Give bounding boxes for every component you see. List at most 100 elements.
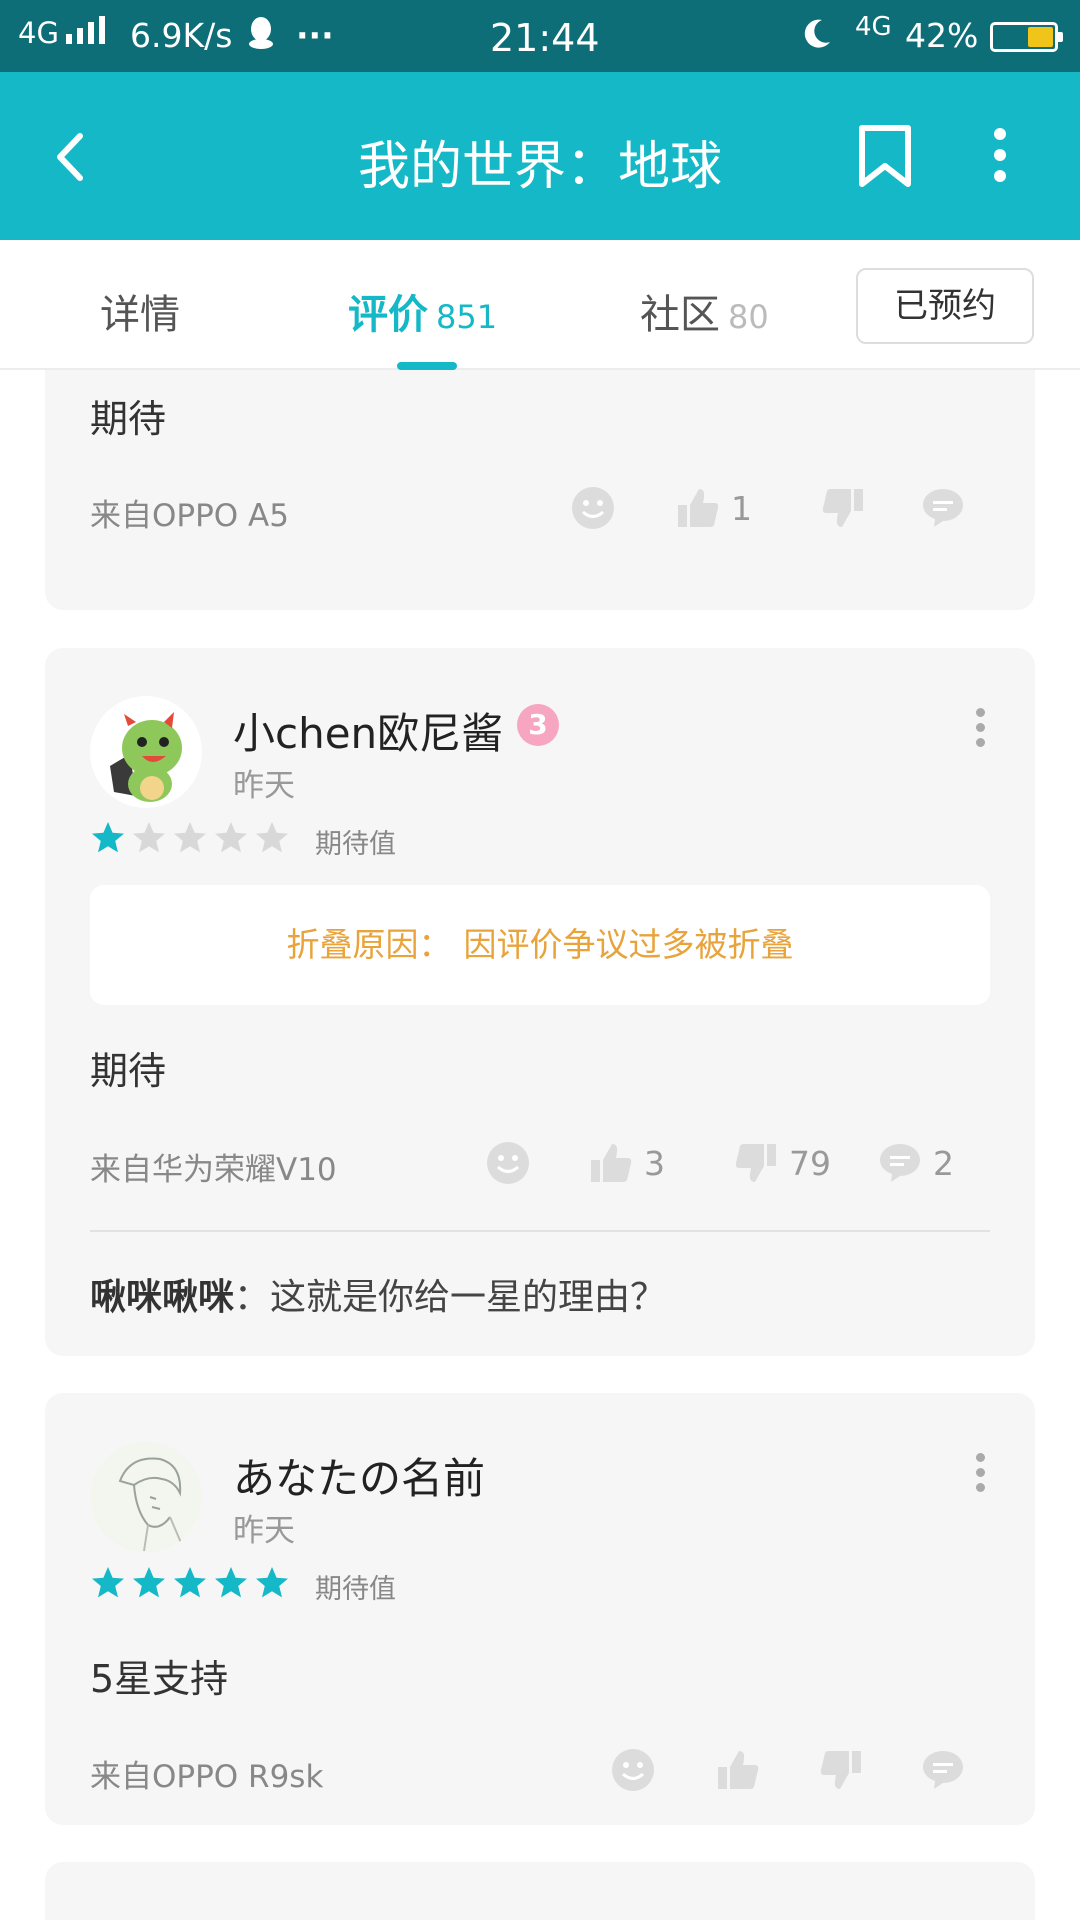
tab-count: 80 [728, 298, 769, 336]
review-card [45, 1862, 1035, 1920]
bookmark-icon [859, 125, 911, 187]
tab-detail[interactable]: 详情 [100, 282, 180, 340]
star-icon [215, 822, 247, 853]
comment-button[interactable] [920, 483, 966, 533]
moon-icon [800, 16, 834, 58]
dinosaur-avatar-icon [90, 696, 202, 808]
tab-count: 851 [436, 298, 498, 336]
reply-separator: ： [234, 1277, 271, 1318]
like-count: 3 [644, 1143, 665, 1183]
more-button[interactable] [975, 120, 1025, 190]
post-date: 昨天 [233, 1513, 295, 1549]
star-icon [215, 1567, 247, 1598]
like-button[interactable]: 1 [675, 483, 752, 533]
like-count: 1 [731, 488, 752, 528]
network-speed: 6.9K/s [130, 16, 233, 55]
tab-label: 社区 [640, 292, 720, 338]
fold-label: 折叠原因： [286, 925, 452, 964]
expectation-label: 期待值 [315, 1574, 396, 1605]
app-bar: 我的世界：地球 [0, 72, 1080, 240]
tab-community[interactable]: 社区 80 [640, 282, 769, 340]
comment-button[interactable] [920, 1745, 966, 1795]
battery-percent: 42% [905, 16, 979, 55]
review-card: 期待值 期待 来自OPPO A5 1 [45, 370, 1035, 610]
reply-preview[interactable]: 啾咪啾咪：这就是你给一星的理由？ [90, 1268, 666, 1320]
comment-icon [880, 1144, 920, 1182]
thumbs-down-icon [822, 489, 863, 527]
user-name[interactable]: 小chen欧尼酱 [233, 700, 503, 761]
thumbs-down-icon [735, 1144, 776, 1182]
signal-icon [66, 16, 110, 44]
tab-bar: 详情 评价 851 社区 80 已预约 [0, 240, 1080, 370]
device-label: 来自OPPO R9sk [90, 1759, 324, 1795]
battery-icon [990, 22, 1063, 52]
review-card: あなたの名前 昨天 期待值 5星支持 来自OPPO R9sk [45, 1393, 1035, 1825]
like-button[interactable] [715, 1745, 761, 1795]
emoji-button[interactable] [570, 483, 616, 533]
review-card: 小chen欧尼酱 3 昨天 期待值 折叠原因： 因评价争议过多被折叠 期待 来自华… [45, 648, 1035, 1356]
dislike-button[interactable] [818, 1745, 864, 1795]
page-title: 我的世界：地球 [357, 137, 722, 197]
review-text: 期待 [90, 397, 167, 441]
thumbs-up-icon [718, 1751, 759, 1789]
star-icon [92, 1567, 124, 1598]
tab-indicator [397, 362, 457, 370]
bookmark-button[interactable] [852, 122, 918, 192]
divider [90, 1230, 990, 1232]
avatar[interactable] [90, 1441, 202, 1553]
avatar[interactable] [90, 696, 202, 808]
fold-notice[interactable]: 折叠原因： 因评价争议过多被折叠 [90, 885, 990, 1005]
device-label: 来自华为荣耀V10 [90, 1152, 337, 1188]
smiley-icon [612, 1749, 654, 1791]
review-list[interactable]: 期待值 期待 来自OPPO A5 1 [0, 370, 1080, 1920]
rating-stars [90, 1565, 295, 1601]
emoji-button[interactable] [485, 1138, 531, 1188]
smiley-icon [572, 487, 614, 529]
comment-icon [923, 1751, 963, 1789]
star-icon [256, 1567, 288, 1598]
comment-button[interactable]: 2 [877, 1138, 954, 1188]
dislike-button[interactable]: 79 [733, 1138, 831, 1188]
comment-icon [923, 489, 963, 527]
network-type: 4G [18, 16, 59, 50]
device-label: 来自OPPO A5 [90, 498, 289, 534]
fold-reason: 因评价争议过多被折叠 [463, 925, 794, 964]
star-icon [133, 822, 165, 853]
star-icon [92, 822, 124, 853]
review-text: 期待 [90, 1049, 167, 1093]
more-options-icon[interactable] [965, 1453, 995, 1503]
more-options-icon[interactable] [965, 708, 995, 758]
star-icon [174, 1567, 206, 1598]
dislike-count: 79 [789, 1143, 831, 1183]
star-icon [256, 822, 288, 853]
tab-label: 评价 [348, 292, 428, 338]
thumbs-up-icon [591, 1144, 632, 1182]
level-badge: 3 [517, 704, 559, 746]
more-notifications: ··· [296, 16, 334, 55]
status-bar: 4G 6.9K/s ··· 21:44 4G 42% [0, 0, 1080, 72]
post-date: 昨天 [233, 768, 295, 804]
smiley-icon [487, 1142, 529, 1184]
network-type-2: 4G [855, 12, 892, 42]
like-button[interactable]: 3 [588, 1138, 665, 1188]
thumbs-up-icon [678, 489, 719, 527]
rating-stars [90, 820, 295, 856]
thumbs-down-icon [820, 1751, 861, 1789]
star-icon [174, 822, 206, 853]
user-name[interactable]: あなたの名前 [233, 1445, 485, 1506]
expectation-label: 期待值 [315, 829, 396, 860]
battery-level [1028, 27, 1053, 47]
dislike-button[interactable] [820, 483, 866, 533]
reply-user: 啾咪啾咪 [90, 1277, 235, 1318]
qq-icon [247, 16, 275, 58]
clock: 21:44 [490, 16, 600, 60]
more-vertical-icon [994, 128, 1006, 182]
reply-text: 这就是你给一星的理由？ [270, 1277, 667, 1318]
tab-review[interactable]: 评价 851 [348, 282, 497, 340]
review-text: 5星支持 [90, 1657, 229, 1701]
emoji-button[interactable] [610, 1745, 656, 1795]
sketch-portrait-avatar-icon [90, 1441, 202, 1553]
comment-count: 2 [933, 1143, 954, 1183]
tab-label: 详情 [100, 292, 180, 338]
reserved-button[interactable]: 已预约 [856, 268, 1034, 344]
